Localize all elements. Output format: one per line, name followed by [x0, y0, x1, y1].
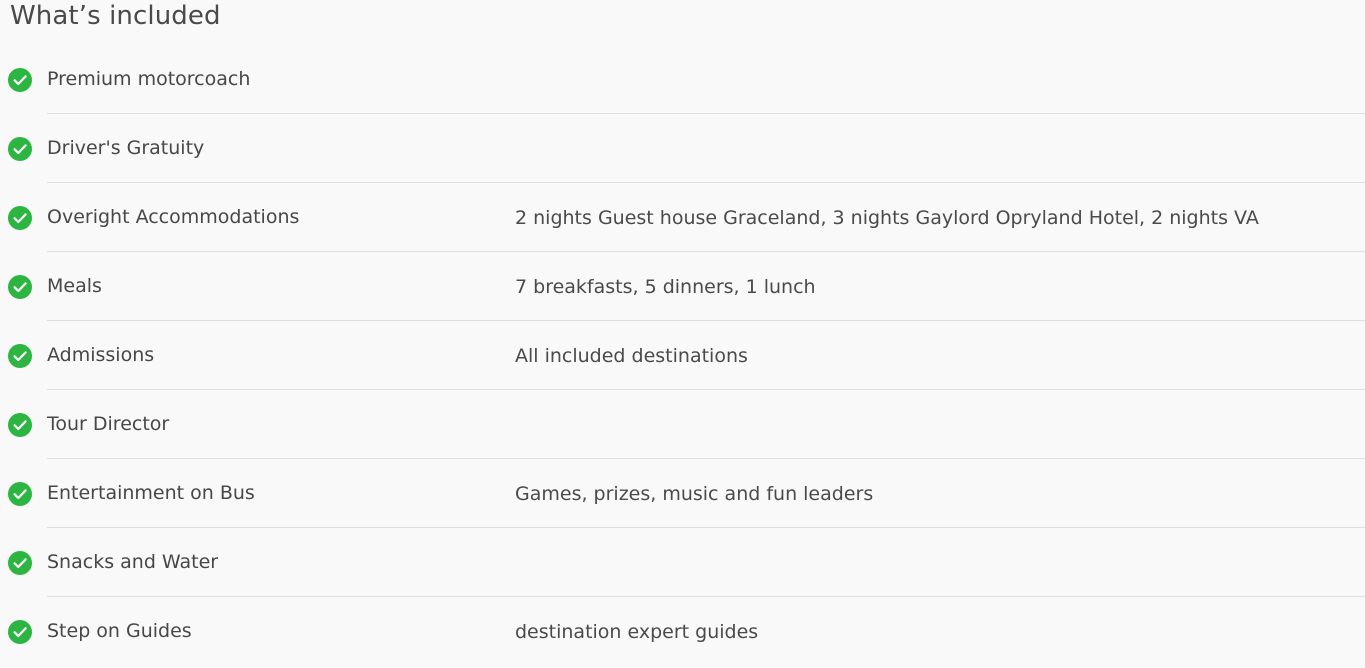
check-circle-icon: [8, 344, 32, 368]
item-detail: 2 nights Guest house Graceland, 3 nights…: [515, 207, 1259, 229]
item-label: Meals: [47, 275, 102, 297]
item-detail: Games, prizes, music and fun leaders: [515, 483, 874, 505]
item-label: Overight Accommodations: [47, 206, 300, 228]
item-label: Entertainment on Bus: [47, 482, 255, 504]
check-circle-icon: [8, 413, 32, 437]
check-circle-icon: [8, 206, 32, 230]
list-item: Step on Guides destination expert guides: [0, 597, 1365, 666]
list-item: Snacks and Water: [0, 528, 1365, 597]
item-detail: destination expert guides: [515, 621, 759, 643]
item-label: Step on Guides: [47, 620, 192, 642]
list-item: Meals 7 breakfasts, 5 dinners, 1 lunch: [0, 252, 1365, 321]
list-item: Premium motorcoach: [0, 45, 1365, 114]
included-list: Premium motorcoach Driver's Gratuity Ove…: [0, 45, 1365, 666]
check-circle-icon: [8, 137, 32, 161]
list-item: Overight Accommodations 2 nights Guest h…: [0, 183, 1365, 252]
check-circle-icon: [8, 551, 32, 575]
item-label: Premium motorcoach: [47, 68, 251, 90]
item-label: Snacks and Water: [47, 551, 219, 573]
check-circle-icon: [8, 68, 32, 92]
list-item: Tour Director: [0, 390, 1365, 459]
item-label: Tour Director: [47, 413, 170, 435]
check-circle-icon: [8, 620, 32, 644]
item-label: Admissions: [47, 344, 155, 366]
list-item: Admissions All included destinations: [0, 321, 1365, 390]
section-title: What’s included: [10, 1, 221, 31]
check-circle-icon: [8, 275, 32, 299]
list-item: Driver's Gratuity: [0, 114, 1365, 183]
item-label: Driver's Gratuity: [47, 137, 205, 159]
item-detail: All included destinations: [515, 345, 748, 367]
whats-included-section: What’s included Premium motorcoach Drive…: [0, 0, 1365, 667]
item-detail: 7 breakfasts, 5 dinners, 1 lunch: [515, 276, 816, 298]
check-circle-icon: [8, 482, 32, 506]
list-item: Entertainment on Bus Games, prizes, musi…: [0, 459, 1365, 528]
